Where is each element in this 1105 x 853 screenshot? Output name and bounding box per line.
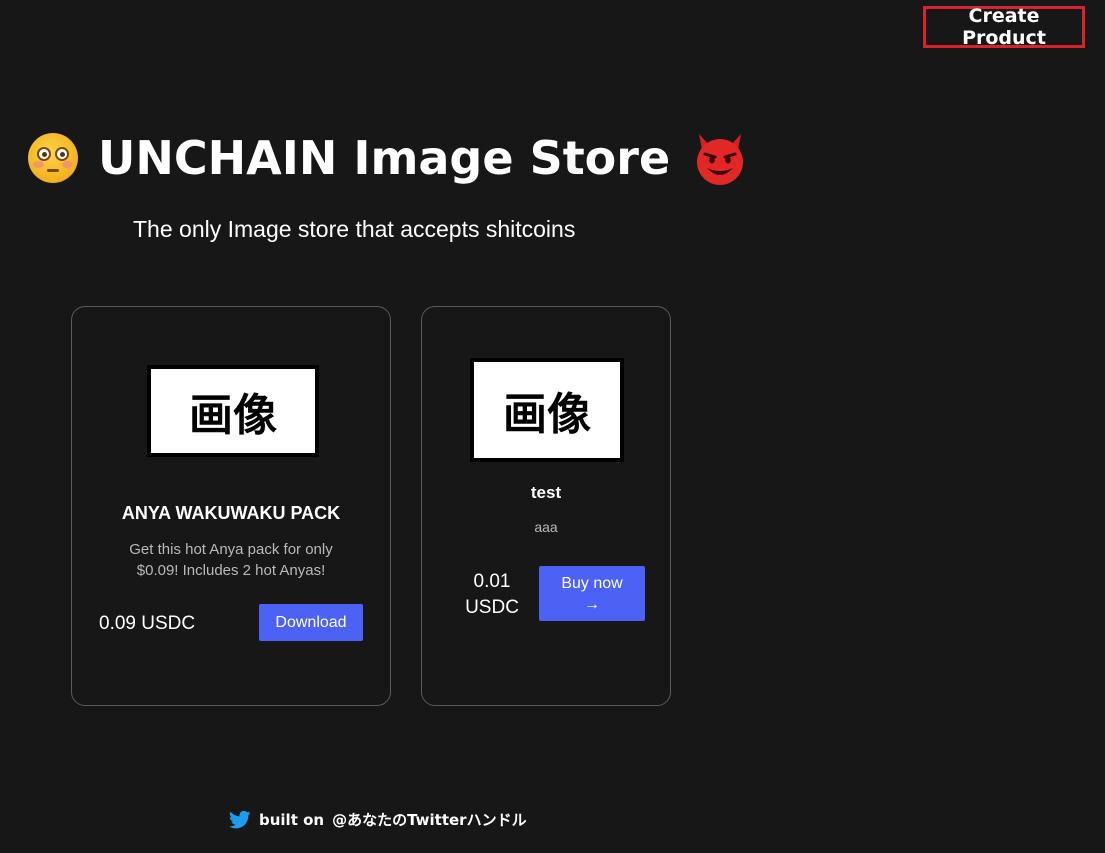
hero-title-row: UNCHAIN Image Store <box>28 128 750 188</box>
twitter-handle-link[interactable]: @あなたのTwitterハンドル <box>332 809 527 830</box>
product-description: aaa <box>534 519 558 535</box>
page-title: UNCHAIN Image Store <box>98 131 671 185</box>
product-thumbnail: 画像 <box>470 358 624 462</box>
footer: built on @あなたのTwitterハンドル <box>229 809 527 830</box>
buy-now-button[interactable]: Buy now → <box>539 566 645 621</box>
page: Create Product UNCHAIN Image Store The o… <box>0 0 1105 853</box>
arrow-right-icon: → <box>584 595 600 613</box>
product-thumbnail: 画像 <box>147 365 319 457</box>
product-price-amount: 0.01 <box>473 571 511 592</box>
create-product-button[interactable]: Create Product <box>923 5 1085 49</box>
download-button[interactable]: Download <box>259 604 363 641</box>
product-price: 0.09 USDC <box>99 613 196 634</box>
smiling-devil-icon <box>697 134 744 185</box>
footer-prefix: built on <box>259 810 325 829</box>
product-price-currency: USDC <box>465 597 519 618</box>
product-card: 画像 test aaa 0.01 USDC Buy now → <box>421 306 671 706</box>
product-card: 画像 ANYA WAKUWAKU PACK Get this hot Anya … <box>71 306 391 706</box>
product-name: ANYA WAKUWAKU PACK <box>121 503 341 523</box>
twitter-icon <box>229 810 251 828</box>
product-description: Get this hot Anya pack for only $0.09! I… <box>129 541 333 579</box>
buy-now-label: Buy now <box>561 574 623 592</box>
flushed-face-icon <box>28 133 78 183</box>
page-subtitle: The only Image store that accepts shitco… <box>133 216 576 242</box>
product-price: 0.01 USDC <box>452 569 532 621</box>
product-name: test <box>530 483 562 502</box>
